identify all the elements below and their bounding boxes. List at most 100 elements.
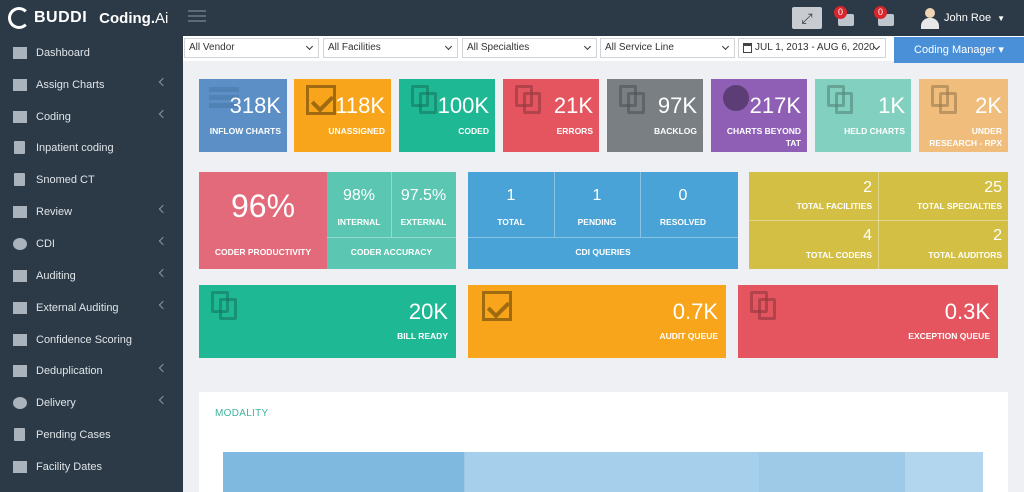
internal-accuracy-label: INTERNAL <box>337 217 381 227</box>
alert-circle-icon <box>13 237 27 250</box>
tile-label: UNASSIGNED <box>328 126 385 136</box>
tile-value: 2K <box>975 93 1002 118</box>
check-square-icon <box>482 291 512 321</box>
modality-chart-segment[interactable] <box>223 452 464 492</box>
edit-notification-button[interactable]: 0 <box>874 6 898 28</box>
sidebar-item-dashboard[interactable]: Dashboard <box>0 37 183 68</box>
chevron-down-icon: ▼ <box>997 13 1006 23</box>
tile-label: UNDER RESEARCH - RPX <box>929 126 1002 148</box>
total-specialties-value: 25 <box>984 179 1002 196</box>
sidebar-item-deduplication[interactable]: Deduplication <box>0 355 183 386</box>
tile-unassigned[interactable]: 118K UNASSIGNED <box>294 79 391 152</box>
calendar-icon <box>743 43 752 53</box>
sidebar-item-pending-cases[interactable]: Pending Cases <box>0 419 183 450</box>
tile-audit-queue[interactable]: 0.7K AUDIT QUEUE <box>468 285 726 358</box>
sidebar-item-external-auditing[interactable]: External Auditing <box>0 292 183 323</box>
sidebar-item-facility-dates[interactable]: Facility Dates <box>0 451 183 482</box>
productivity-label: CODER PRODUCTIVITY <box>214 247 312 257</box>
app-logo[interactable]: BUDDI Coding.Ai <box>8 6 168 30</box>
service-line-select[interactable]: All Service Line <box>600 38 735 58</box>
modality-panel: MODALITY <box>199 392 1008 492</box>
modality-chart-segment[interactable] <box>465 452 759 492</box>
expand-icon[interactable]: ⤢ <box>792 7 822 29</box>
date-range-picker[interactable]: JUL 1, 2013 - AUG 6, 2020 <box>738 38 886 58</box>
sidebar-item-label: Snomed CT <box>36 173 95 186</box>
thumbs-up-icon <box>13 364 27 377</box>
tile-charts-beyond-tat[interactable]: 217K CHARTS BEYOND TAT <box>711 79 807 152</box>
cdi-pending-label: PENDING <box>577 217 617 227</box>
documents-icon <box>619 85 645 114</box>
dashboard-icon <box>13 46 27 59</box>
tile-coded[interactable]: 100K CODED <box>399 79 495 152</box>
chevron-left-icon <box>158 236 168 246</box>
menu-toggle-icon[interactable] <box>188 10 206 24</box>
tile-value: 100K <box>437 93 489 118</box>
tile-errors[interactable]: 21K ERRORS <box>503 79 599 152</box>
external-accuracy-label: EXTERNAL <box>400 217 447 227</box>
modality-chart-segment[interactable] <box>905 452 983 492</box>
tile-inflow-charts[interactable]: 318K INFLOW CHARTS <box>199 79 287 152</box>
sidebar-item-cdi[interactable]: CDI <box>0 228 183 259</box>
notification-badge: 0 <box>874 6 887 19</box>
cdi-resolved-label: RESOLVED <box>659 217 707 227</box>
chevron-down-icon <box>721 42 730 51</box>
facilities-select[interactable]: All Facilities <box>323 38 458 58</box>
product-name-coding: Coding. <box>99 9 155 27</box>
modality-title: MODALITY <box>215 408 269 419</box>
documents-icon <box>750 291 776 320</box>
tile-value: 97K <box>657 93 697 118</box>
tile-label: EXCEPTION QUEUE <box>908 331 990 341</box>
tile-bill-ready[interactable]: 20K BILL READY <box>199 285 456 358</box>
cdi-queries-panel[interactable]: 1 TOTAL 1 PENDING 0 RESOLVED CDI QUERIES <box>468 172 738 269</box>
tile-held-charts[interactable]: 1K HELD CHARTS <box>815 79 911 152</box>
coder-accuracy-panel[interactable]: 98% INTERNAL 97.5% EXTERNAL CODER ACCURA… <box>327 172 456 269</box>
tile-value: 0.3K <box>944 299 990 324</box>
sidebar-item-auditing[interactable]: Auditing <box>0 260 183 291</box>
tile-label: AUDIT QUEUE <box>659 331 718 341</box>
tile-value: 20K <box>408 299 448 324</box>
documents-icon <box>411 85 437 114</box>
inbox-notification-button[interactable]: 0 <box>834 6 858 28</box>
sidebar-item-label: Auditing <box>36 269 76 282</box>
coder-productivity-panel[interactable]: 96% CODER PRODUCTIVITY <box>199 172 327 269</box>
sidebar-item-assign-charts[interactable]: Assign Charts <box>0 69 183 100</box>
modality-chart-segment[interactable] <box>760 452 904 492</box>
top-bar: BUDDI Coding.Ai ⤢ 0 0 John Roe ▼ <box>0 0 1024 36</box>
tile-exception-queue[interactable]: 0.3K EXCEPTION QUEUE <box>738 285 998 358</box>
total-facilities-value: 2 <box>863 179 872 196</box>
bar-chart-icon <box>13 460 27 473</box>
sidebar-item-snomed-ct[interactable]: Snomed CT <box>0 164 183 195</box>
tile-label: BACKLOG <box>654 126 697 136</box>
productivity-value: 96% <box>230 188 296 224</box>
role-dropdown-button[interactable]: Coding Manager ▾ <box>894 37 1024 63</box>
vendor-select[interactable]: All Vendor <box>184 38 319 58</box>
buddi-logo-icon <box>8 7 30 29</box>
document-icon <box>14 428 25 441</box>
sidebar-item-delivery[interactable]: Delivery <box>0 387 183 418</box>
sidebar-item-review[interactable]: Review <box>0 196 183 227</box>
sidebar: Dashboard Assign Charts Coding Inpatient… <box>0 36 183 492</box>
document-icon <box>14 173 25 186</box>
sidebar-item-confidence-scoring[interactable]: Confidence Scoring <box>0 324 183 355</box>
avatar <box>920 7 940 29</box>
sidebar-item-coding[interactable]: Coding <box>0 101 183 132</box>
specialties-select[interactable]: All Specialties <box>462 38 597 58</box>
chevron-left-icon <box>158 363 168 373</box>
sidebar-item-label: Facility Dates <box>36 460 103 473</box>
sidebar-item-label: Coding <box>36 110 71 123</box>
role-button-label: Coding Manager <box>914 44 996 56</box>
chevron-left-icon <box>158 268 168 278</box>
tile-under-research[interactable]: 2K UNDER RESEARCH - RPX <box>919 79 1008 152</box>
external-accuracy-value: 97.5% <box>400 187 447 204</box>
document-icon <box>14 141 25 154</box>
coder-accuracy-label: CODER ACCURACY <box>350 247 433 257</box>
sidebar-item-label: CDI <box>36 237 55 250</box>
tile-backlog[interactable]: 97K BACKLOG <box>607 79 703 152</box>
chevron-left-icon <box>158 300 168 310</box>
sidebar-item-inpatient-coding[interactable]: Inpatient coding <box>0 132 183 163</box>
sidebar-item-label: Pending Cases <box>36 428 111 441</box>
check-square-icon <box>306 85 336 115</box>
user-menu[interactable]: John Roe ▼ <box>920 7 1005 29</box>
totals-panel[interactable]: 2 TOTAL FACILITIES 25 TOTAL SPECIALTIES … <box>749 172 1008 269</box>
total-specialties-label: TOTAL SPECIALTIES <box>917 201 1002 211</box>
